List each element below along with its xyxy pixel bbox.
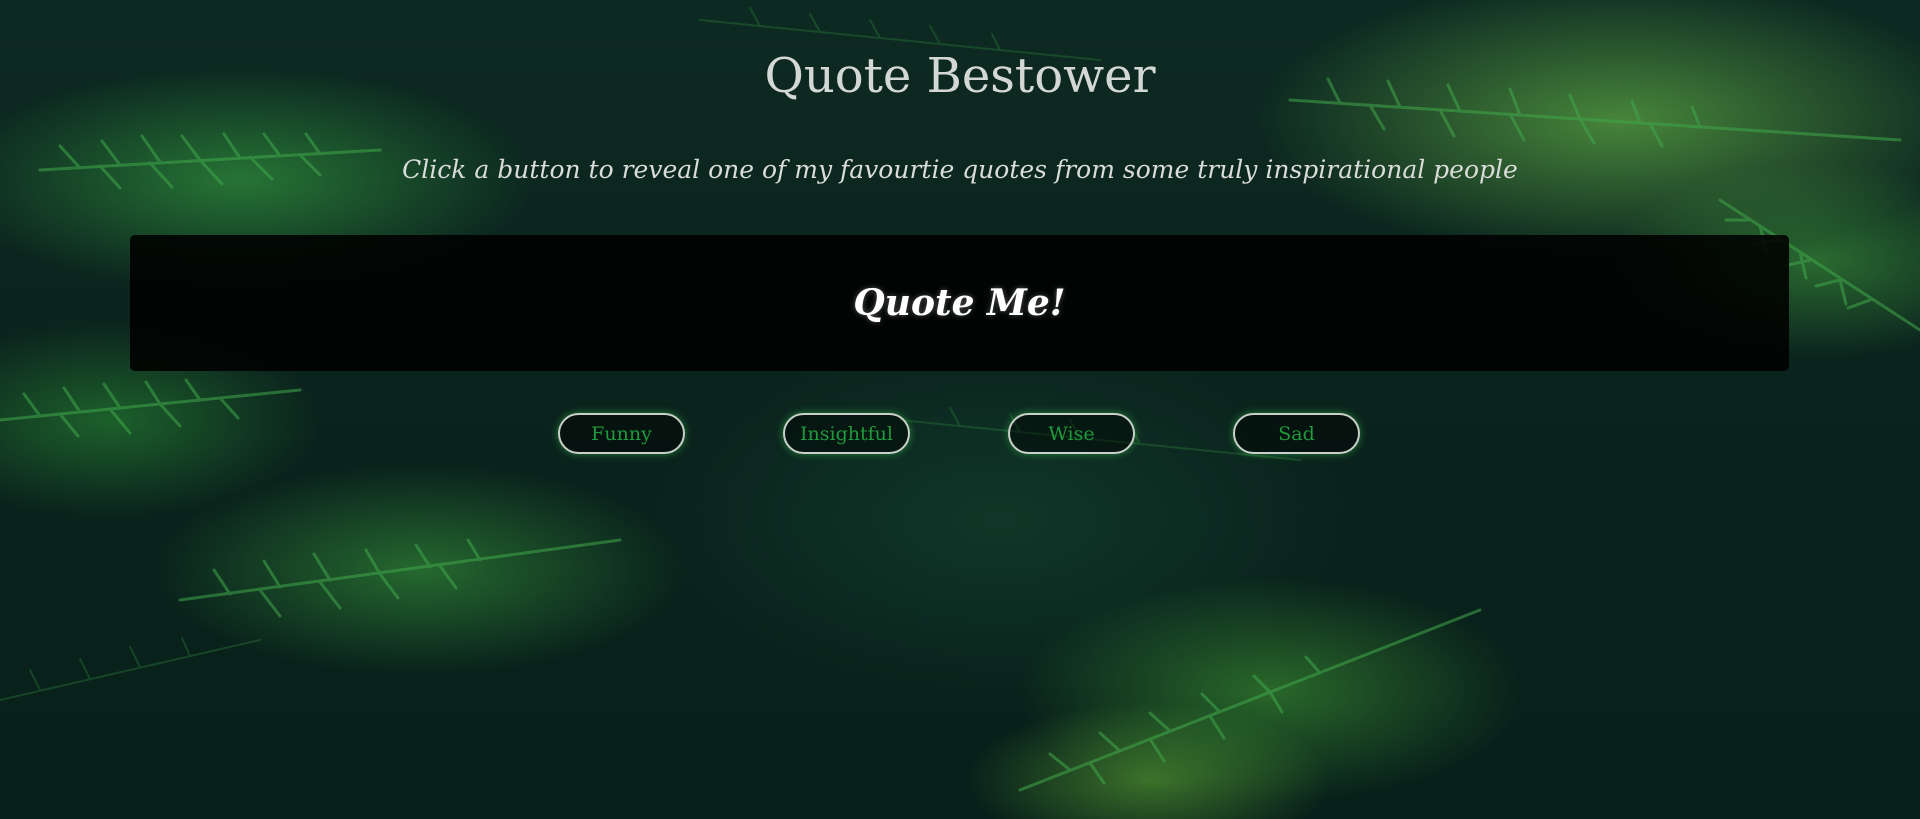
page-title: Quote Bestower — [764, 48, 1156, 104]
background-foliage-image — [0, 7, 1920, 792]
quote-text: Quote Me! — [853, 282, 1066, 324]
page-subtitle: Click a button to reveal one of my favou… — [402, 155, 1518, 184]
funny-button[interactable]: Funny — [558, 413, 685, 454]
category-button-row: Funny Insightful Wise Sad — [0, 413, 1920, 458]
quote-display-box: Quote Me! — [130, 235, 1789, 371]
wise-button[interactable]: Wise — [1008, 413, 1135, 454]
sad-button[interactable]: Sad — [1233, 413, 1360, 454]
insightful-button[interactable]: Insightful — [783, 413, 910, 454]
